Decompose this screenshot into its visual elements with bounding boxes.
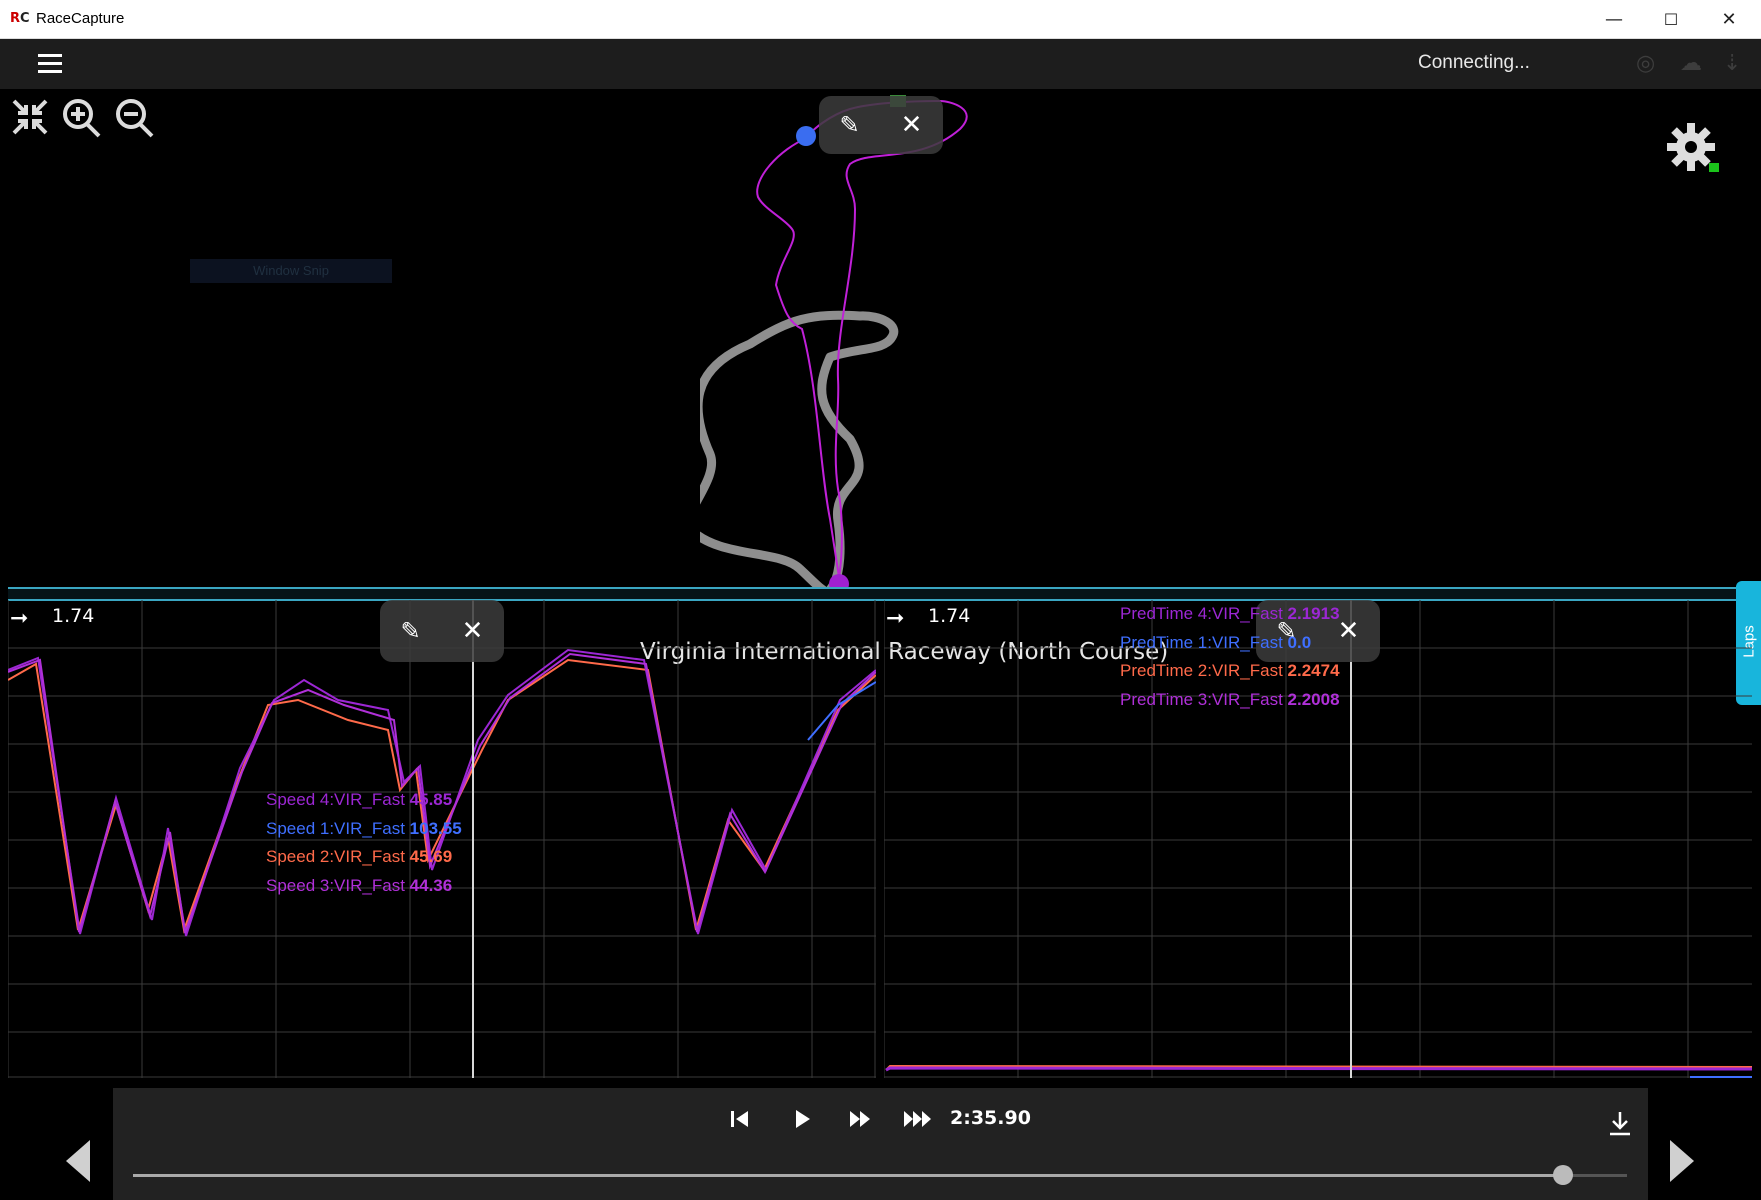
- unlock-icon: [1709, 163, 1719, 172]
- edit-icon[interactable]: ✎: [840, 111, 860, 139]
- zoom-out-icon[interactable]: [116, 99, 154, 138]
- legend-item: Speed 1:VIR_Fast 103.55: [266, 818, 462, 838]
- track-map[interactable]: [700, 89, 1040, 589]
- map-overlay-controls: ✎ ✕: [819, 96, 943, 154]
- playback-controls: [113, 1088, 1648, 1200]
- hamburger-menu-icon[interactable]: [38, 54, 62, 74]
- speed-trace-1: [807, 681, 876, 741]
- log-download-icon: ⇣: [1723, 51, 1742, 76]
- speed-legend: Speed 4:VIR_Fast 45.85 Speed 1:VIR_Fast …: [266, 786, 462, 900]
- fit-screen-icon[interactable]: [12, 99, 48, 135]
- window-snip-label: Window Snip: [190, 259, 392, 283]
- legend-item: Speed 2:VIR_Fast 45.69: [266, 847, 453, 866]
- marker-arrow-icon: ➞: [10, 606, 29, 631]
- playback-slider-handle[interactable]: [1552, 1165, 1573, 1185]
- legend-item: PredTime 1:VIR_Fast 0.0: [1120, 632, 1312, 652]
- lap-position-marker-blue: [796, 126, 816, 146]
- legend-item: PredTime 2:VIR_Fast 2.2474: [1120, 661, 1340, 680]
- playback-time: 2:35.90: [950, 1107, 1031, 1129]
- skip-start-icon[interactable]: [730, 1108, 750, 1130]
- download-icon[interactable]: [1607, 1110, 1633, 1138]
- edit-icon[interactable]: ✎: [401, 617, 421, 645]
- predtime-chart[interactable]: ➞ 1.74 ✎ ✕ PredTime 4:VIR_Fast 2.1913 Pr…: [884, 600, 1752, 1078]
- maximize-button[interactable]: ☐: [1643, 0, 1699, 38]
- fast-forward-icon[interactable]: [848, 1108, 874, 1130]
- window-titlebar: RC RaceCapture — ☐ ✕: [0, 0, 1761, 39]
- marker-arrow-icon: ➞: [886, 606, 905, 631]
- connection-status: Connecting...: [1418, 52, 1530, 73]
- speed-chart[interactable]: ➞ 1.74 ✎ ✕ Speed 4:VIR_Fast 45.85 Speed …: [8, 600, 876, 1078]
- chart-marker-value: 1.74: [928, 605, 971, 627]
- close-icon[interactable]: ✕: [462, 616, 484, 646]
- prev-arrow-icon[interactable]: [64, 1138, 94, 1184]
- predtime-trace-4: [885, 1066, 1752, 1072]
- predtime-legend: PredTime 4:VIR_Fast 2.1913 PredTime 1:VI…: [1120, 600, 1340, 714]
- track-map-panel: Window Snip ✎ ✕ Virginia International R…: [0, 89, 1761, 665]
- legend-item: PredTime 4:VIR_Fast 2.1913: [1120, 604, 1340, 623]
- window-close-button[interactable]: ✕: [1701, 0, 1757, 38]
- playback-slider-fill: [133, 1174, 1563, 1177]
- map-toolbar: [12, 99, 154, 138]
- gps-icon: ◎: [1636, 51, 1656, 76]
- next-arrow-icon[interactable]: [1666, 1138, 1696, 1184]
- track-outline: [700, 310, 899, 589]
- panel-splitter[interactable]: [8, 587, 1736, 601]
- faster-forward-icon[interactable]: [903, 1108, 935, 1130]
- play-icon[interactable]: [792, 1108, 812, 1130]
- close-icon[interactable]: ✕: [1338, 616, 1360, 646]
- gear-icon[interactable]: [1665, 121, 1725, 181]
- zoom-in-icon[interactable]: [63, 99, 101, 138]
- legend-item: PredTime 3:VIR_Fast 2.2008: [1120, 689, 1340, 709]
- close-icon[interactable]: ✕: [901, 110, 923, 140]
- app-logo: RC: [10, 11, 30, 26]
- legend-item: Speed 4:VIR_Fast 45.85: [266, 790, 453, 809]
- chart-marker-value: 1.74: [52, 605, 95, 627]
- cloud-upload-icon: ☁: [1680, 51, 1702, 76]
- minimize-button[interactable]: —: [1586, 0, 1642, 38]
- lap-trace: [756, 99, 968, 578]
- playback-slider[interactable]: [133, 1165, 1627, 1185]
- chart-overlay-controls: ✎ ✕: [380, 600, 504, 662]
- legend-item: Speed 3:VIR_Fast 44.36: [266, 875, 453, 895]
- app-bar: Connecting... ◎ ☁ ⇣: [0, 39, 1761, 89]
- window-title: RaceCapture: [36, 10, 125, 27]
